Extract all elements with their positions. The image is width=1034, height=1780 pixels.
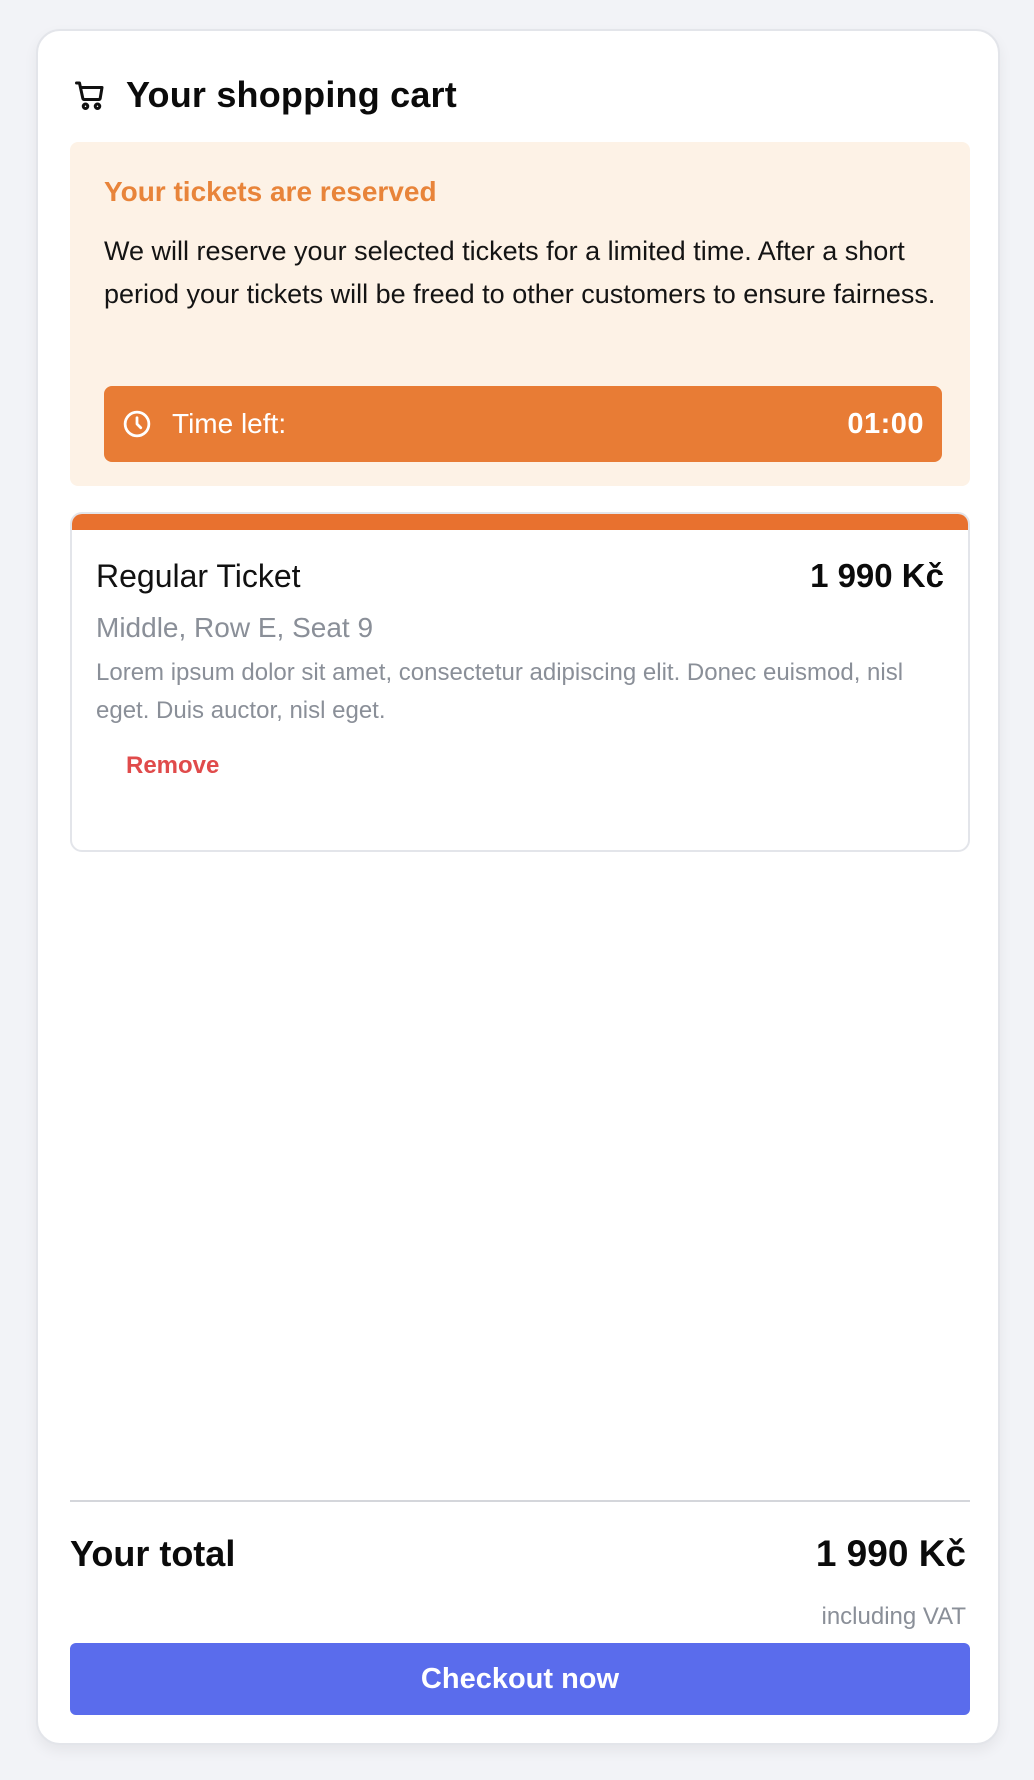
- ticket-seat: Middle, Row E, Seat 9: [96, 612, 374, 643]
- ticket-name: Regular Ticket: [96, 558, 301, 594]
- vat-note: including VAT: [821, 1603, 966, 1630]
- timer-value: 01:00: [847, 407, 924, 440]
- ticket-description: Lorem ipsum dolor sit amet, consectetur …: [96, 659, 904, 724]
- clock-icon: [122, 409, 152, 439]
- ticket-accent-bar: [72, 514, 968, 530]
- total-value: 1 990 Kč: [815, 1533, 966, 1574]
- shopping-cart-icon: [72, 77, 108, 113]
- cart-item: Regular Ticket 1 990 Kč Middle, Row E, S…: [70, 512, 970, 852]
- reservation-message: We will reserve your selected tickets fo…: [104, 236, 936, 309]
- summary-divider: [70, 1500, 970, 1502]
- remove-button[interactable]: Remove: [126, 752, 219, 780]
- timer-label: Time left:: [172, 408, 287, 439]
- cart-header: Your shopping cart: [72, 71, 457, 119]
- ticket-price: 1 990 Kč: [810, 557, 944, 594]
- total-label: Your total: [70, 1533, 236, 1574]
- shopping-cart-panel: Your shopping cart Your tickets are rese…: [36, 29, 1000, 1745]
- page-title: Your shopping cart: [126, 74, 457, 115]
- reservation-notice: Your tickets are reserved We will reserv…: [70, 142, 970, 486]
- reservation-title: Your tickets are reserved: [104, 176, 437, 207]
- checkout-button[interactable]: Checkout now: [70, 1643, 970, 1715]
- reservation-timer: Time left: 01:00: [104, 386, 942, 462]
